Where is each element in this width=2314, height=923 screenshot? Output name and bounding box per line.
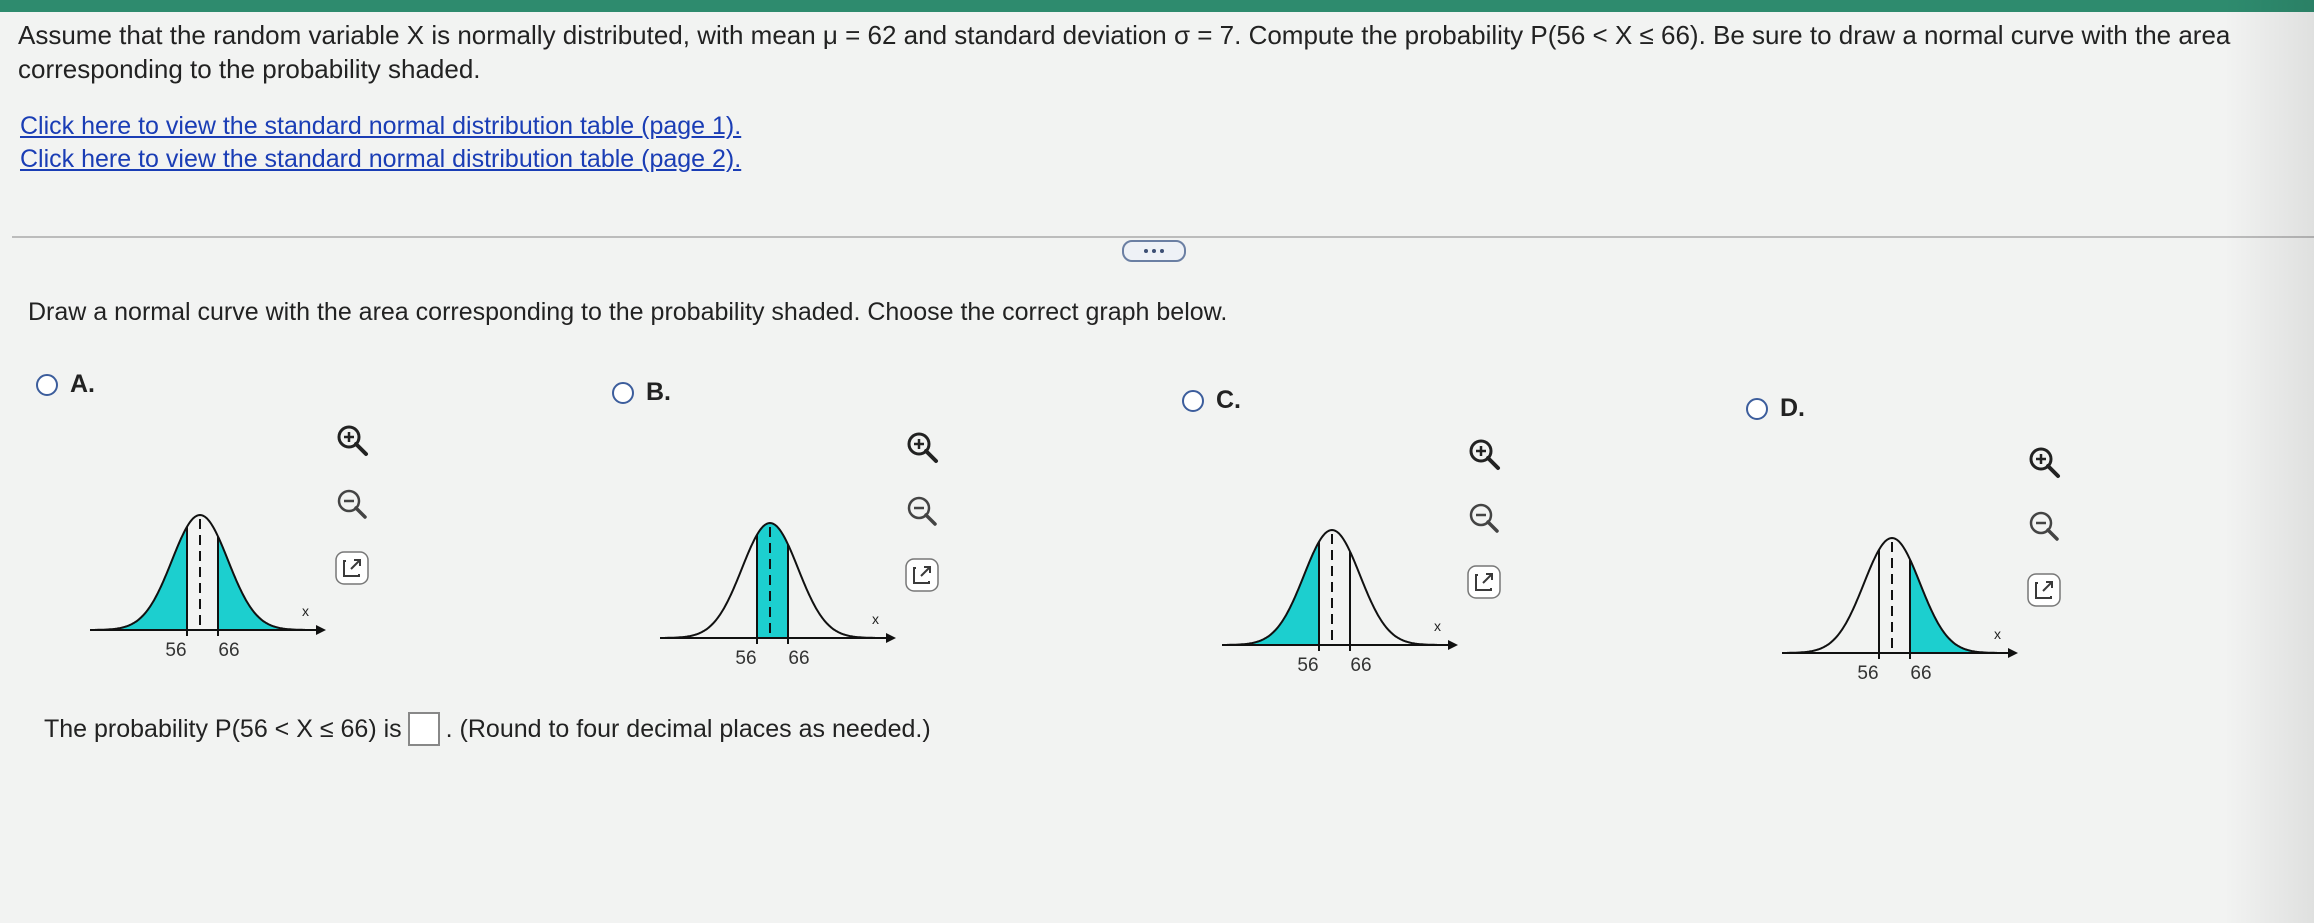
- table-link-page-1[interactable]: Click here to view the standard normal d…: [20, 110, 741, 143]
- shaded-area: [1227, 541, 1319, 645]
- open-external-icon[interactable]: [2022, 568, 2066, 612]
- graph-tools-c: [1462, 432, 1506, 624]
- axis-arrow: [316, 625, 326, 635]
- axis-label: x: [872, 611, 879, 627]
- zoom-in-icon[interactable]: [900, 425, 944, 469]
- graph-option-d: x 56 66: [1782, 536, 2018, 684]
- axis-arrow: [2008, 648, 2018, 658]
- zoom-in-icon[interactable]: [1462, 432, 1506, 476]
- instruction-text: Draw a normal curve with the area corres…: [28, 298, 1228, 326]
- shaded-area: [95, 526, 187, 630]
- option-a-label: A.: [70, 370, 95, 398]
- tick-label-66: 66: [218, 640, 239, 661]
- graph-option-a: x 56 66: [90, 513, 326, 661]
- dot-icon: [1160, 249, 1164, 253]
- radio-option-c[interactable]: [1182, 389, 1204, 412]
- tick-label-56: 56: [165, 640, 186, 661]
- tick-label-56: 56: [735, 648, 756, 669]
- graph-option-c: x 56 66: [1222, 528, 1458, 676]
- shaded-area: [757, 523, 788, 638]
- page-edge-shadow: [2224, 0, 2314, 923]
- tick-label-66: 66: [788, 648, 809, 669]
- axis-label: x: [1994, 626, 2001, 642]
- tick-label-66: 66: [1350, 655, 1371, 676]
- answer-prefix: The probability P(56 < X ≤ 66) is: [44, 714, 402, 743]
- option-b[interactable]: B.: [612, 378, 671, 407]
- zoom-in-icon[interactable]: [2022, 440, 2066, 484]
- zoom-out-icon[interactable]: [2022, 504, 2066, 548]
- zoom-out-icon[interactable]: [1462, 496, 1506, 540]
- graph-option-b: x 56 66: [660, 521, 896, 669]
- option-c-label: C.: [1216, 386, 1241, 414]
- radio-option-b[interactable]: [612, 381, 634, 404]
- tick-label-66: 66: [1910, 663, 1931, 684]
- table-links: Click here to view the standard normal d…: [20, 110, 741, 176]
- zoom-in-icon[interactable]: [330, 418, 374, 462]
- top-accent-bar: [0, 0, 2314, 12]
- question-text: Assume that the random variable X is nor…: [18, 20, 2231, 84]
- option-c[interactable]: C.: [1182, 386, 1241, 415]
- graph-tools-a: [330, 418, 374, 610]
- option-b-label: B.: [646, 378, 671, 406]
- dot-icon: [1152, 249, 1156, 253]
- section-divider: [12, 236, 2314, 238]
- radio-option-d[interactable]: [1746, 397, 1768, 420]
- open-external-icon[interactable]: [1462, 560, 1506, 604]
- graph-tools-d: [2022, 440, 2066, 632]
- answer-row: The probability P(56 < X ≤ 66) is . (Rou…: [44, 712, 931, 746]
- answer-suffix: . (Round to four decimal places as neede…: [445, 714, 931, 743]
- axis-label: x: [302, 603, 309, 619]
- radio-option-a[interactable]: [36, 373, 58, 396]
- shaded-area: [218, 536, 305, 630]
- shaded-area: [1910, 559, 1997, 653]
- zoom-out-icon[interactable]: [330, 482, 374, 526]
- probability-answer-input[interactable]: [407, 712, 440, 746]
- table-link-page-2[interactable]: Click here to view the standard normal d…: [20, 143, 741, 176]
- open-external-icon[interactable]: [330, 546, 374, 590]
- dot-icon: [1144, 249, 1148, 253]
- axis-label: x: [1434, 618, 1441, 634]
- graph-tools-b: [900, 425, 944, 617]
- tick-label-56: 56: [1297, 655, 1318, 676]
- axis-arrow: [1448, 640, 1458, 650]
- option-d-label: D.: [1780, 394, 1805, 422]
- open-external-icon[interactable]: [900, 553, 944, 597]
- option-d[interactable]: D.: [1746, 394, 1805, 423]
- zoom-out-icon[interactable]: [900, 489, 944, 533]
- tick-label-56: 56: [1857, 663, 1878, 684]
- axis-arrow: [886, 633, 896, 643]
- more-options-button[interactable]: [1122, 240, 1186, 262]
- option-a[interactable]: A.: [36, 370, 95, 399]
